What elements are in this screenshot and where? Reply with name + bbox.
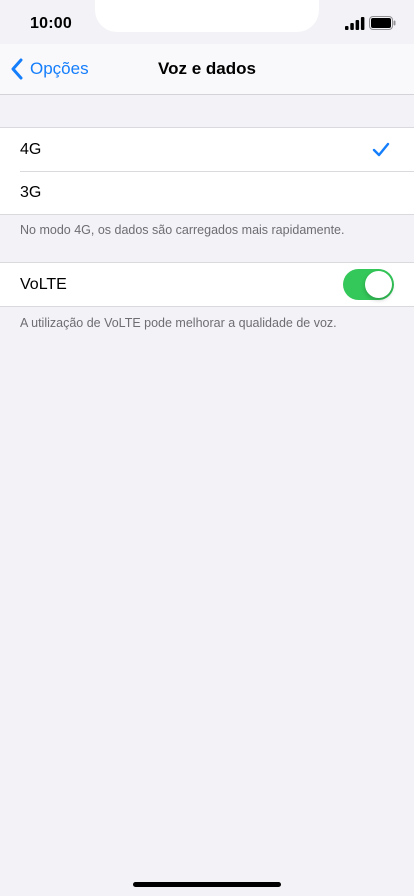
option-3g[interactable]: 3G bbox=[0, 171, 414, 214]
battery-icon bbox=[369, 16, 396, 30]
screen: 10:00 Opções Voz e dados 4G 3G No modo 4… bbox=[0, 0, 414, 896]
status-time: 10:00 bbox=[30, 15, 72, 32]
volte-label: VoLTE bbox=[20, 275, 67, 293]
navigation-bar: Opções Voz e dados bbox=[0, 44, 414, 95]
home-indicator bbox=[133, 882, 281, 887]
volte-row: VoLTE bbox=[0, 263, 414, 306]
network-mode-group: 4G 3G bbox=[0, 127, 414, 215]
signal-icon bbox=[345, 17, 365, 30]
option-4g-label: 4G bbox=[20, 140, 42, 158]
option-3g-label: 3G bbox=[20, 183, 42, 201]
option-4g[interactable]: 4G bbox=[0, 128, 414, 171]
volte-group: VoLTE bbox=[0, 262, 414, 307]
notch bbox=[95, 0, 319, 32]
page-title: Voz e dados bbox=[158, 59, 256, 78]
volte-toggle[interactable] bbox=[343, 269, 394, 300]
network-mode-footer: No modo 4G, os dados são carregados mais… bbox=[20, 223, 345, 237]
volte-footer: A utilização de VoLTE pode melhorar a qu… bbox=[20, 316, 337, 330]
toggle-knob bbox=[365, 271, 392, 298]
checkmark-icon bbox=[372, 142, 390, 157]
status-bar: 10:00 bbox=[0, 0, 414, 44]
